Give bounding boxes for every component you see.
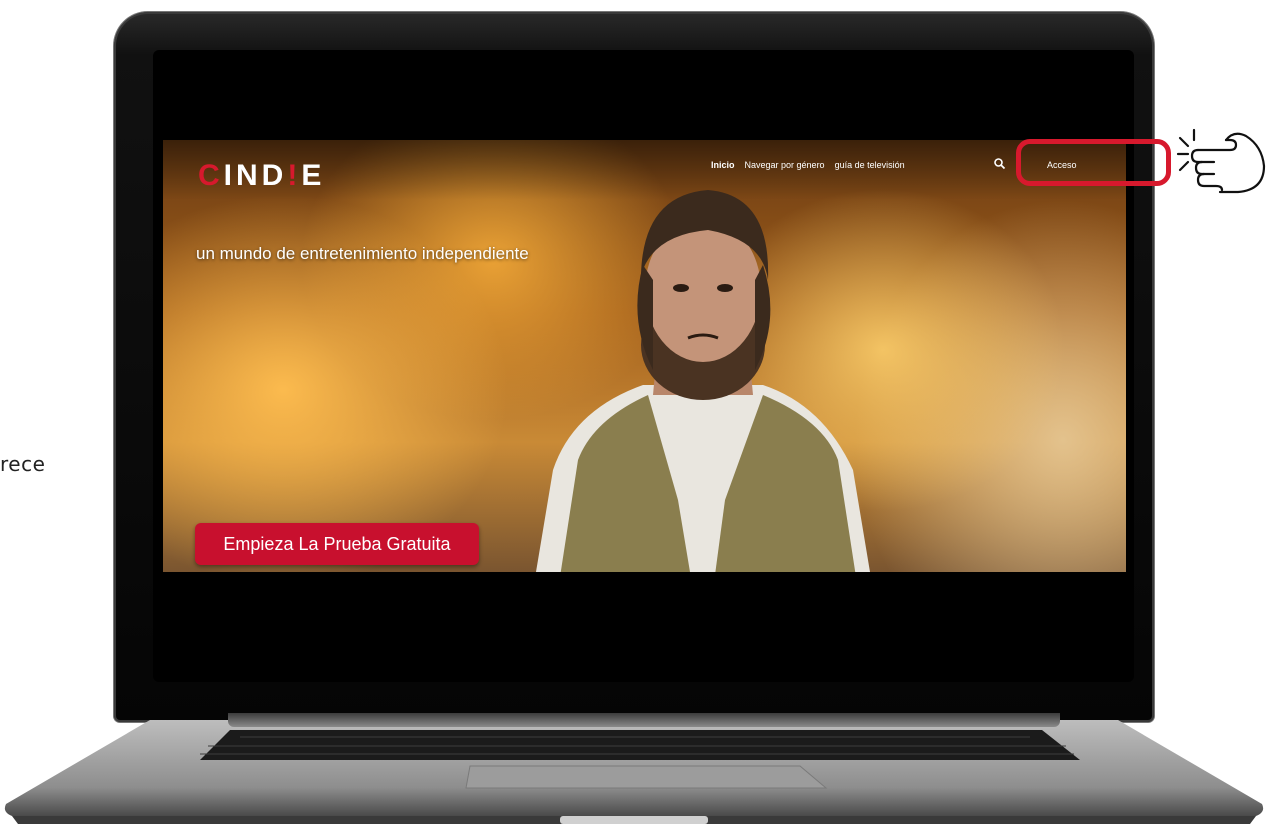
login-highlight-box [1016, 139, 1171, 186]
laptop-base [4, 720, 1264, 824]
laptop-hinge [228, 713, 1060, 727]
nav-item-inicio[interactable]: Inicio [711, 160, 735, 170]
hero-person-image [536, 190, 870, 572]
logo-bang: ! [287, 159, 302, 192]
pointing-hand-icon [1176, 128, 1266, 194]
logo-letters: IND [223, 159, 288, 192]
main-nav: Inicio Navegar por género guía de televi… [711, 160, 915, 170]
tagline: un mundo de entretenimiento independient… [196, 244, 529, 263]
site-logo[interactable]: CIND!E [198, 159, 325, 193]
logo-letter-e: E [301, 159, 326, 192]
website-screen: CIND!E Inicio Navegar por género guía de… [163, 140, 1126, 572]
logo-letter-c: C [198, 159, 224, 192]
free-trial-button[interactable]: Empieza La Prueba Gratuita [195, 523, 479, 565]
search-icon[interactable] [993, 157, 1007, 171]
nav-item-tv-guide[interactable]: guía de televisión [835, 160, 905, 170]
side-text: rece [0, 452, 46, 476]
nav-item-browse-genre[interactable]: Navegar por género [745, 160, 825, 170]
